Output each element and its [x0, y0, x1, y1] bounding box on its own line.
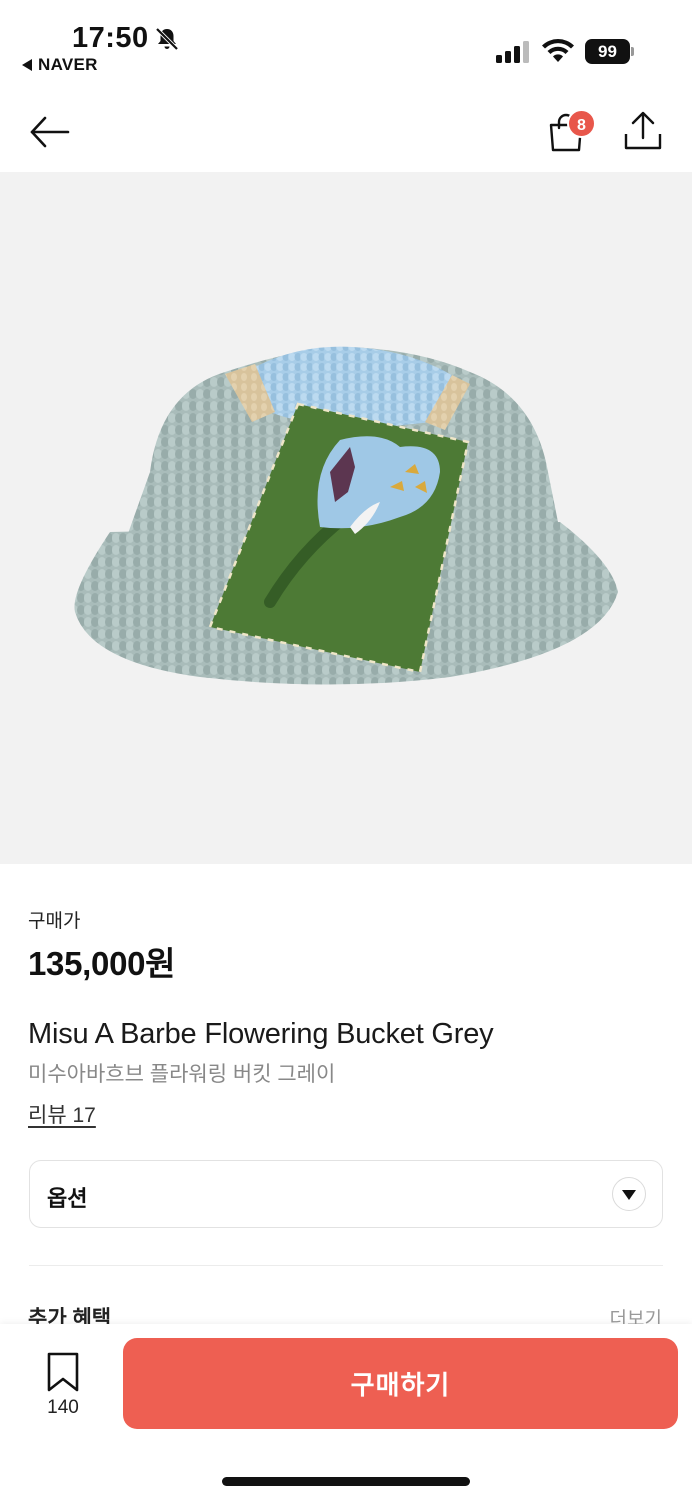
divider	[29, 1265, 663, 1266]
bucket-hat-illustration	[74, 346, 618, 685]
back-triangle-icon	[22, 59, 32, 71]
option-select[interactable]: 옵션	[29, 1160, 663, 1228]
back-app-label: NAVER	[38, 55, 98, 74]
buy-button[interactable]: 구매하기	[123, 1338, 678, 1429]
product-price: 135,000원	[28, 945, 176, 982]
product-image[interactable]	[0, 172, 692, 864]
chevron-down-icon	[612, 1177, 646, 1211]
back-arrow-icon[interactable]	[28, 110, 72, 154]
battery-level: 99	[585, 39, 630, 64]
back-to-app-link[interactable]: NAVER	[22, 55, 98, 75]
home-indicator[interactable]	[222, 1477, 470, 1486]
wifi-icon	[542, 39, 574, 62]
bell-muted-icon	[155, 27, 179, 51]
status-time: 17:50	[72, 22, 149, 54]
status-bar: 17:50 NAVER 99	[0, 0, 692, 90]
review-link[interactable]: 리뷰 17	[28, 1099, 96, 1129]
battery-indicator: 99	[585, 39, 635, 64]
wishlist-button[interactable]: 140	[40, 1352, 86, 1422]
product-name-ko: 미수아바흐브 플라워링 버킷 그레이	[28, 1063, 336, 1086]
cellular-signal-icon	[496, 41, 529, 63]
cart-count-badge: 8	[567, 109, 596, 138]
price-label: 구매가	[28, 911, 81, 932]
share-icon[interactable]	[622, 110, 664, 152]
top-nav: 8	[0, 92, 692, 172]
option-label: 옵션	[47, 1186, 88, 1211]
bookmark-icon	[47, 1352, 79, 1392]
product-name-en: Misu A Barbe Flowering Bucket Grey	[28, 1018, 494, 1050]
bottom-action-bar: 140 구매하기	[0, 1324, 692, 1500]
wishlist-count: 140	[47, 1397, 79, 1418]
